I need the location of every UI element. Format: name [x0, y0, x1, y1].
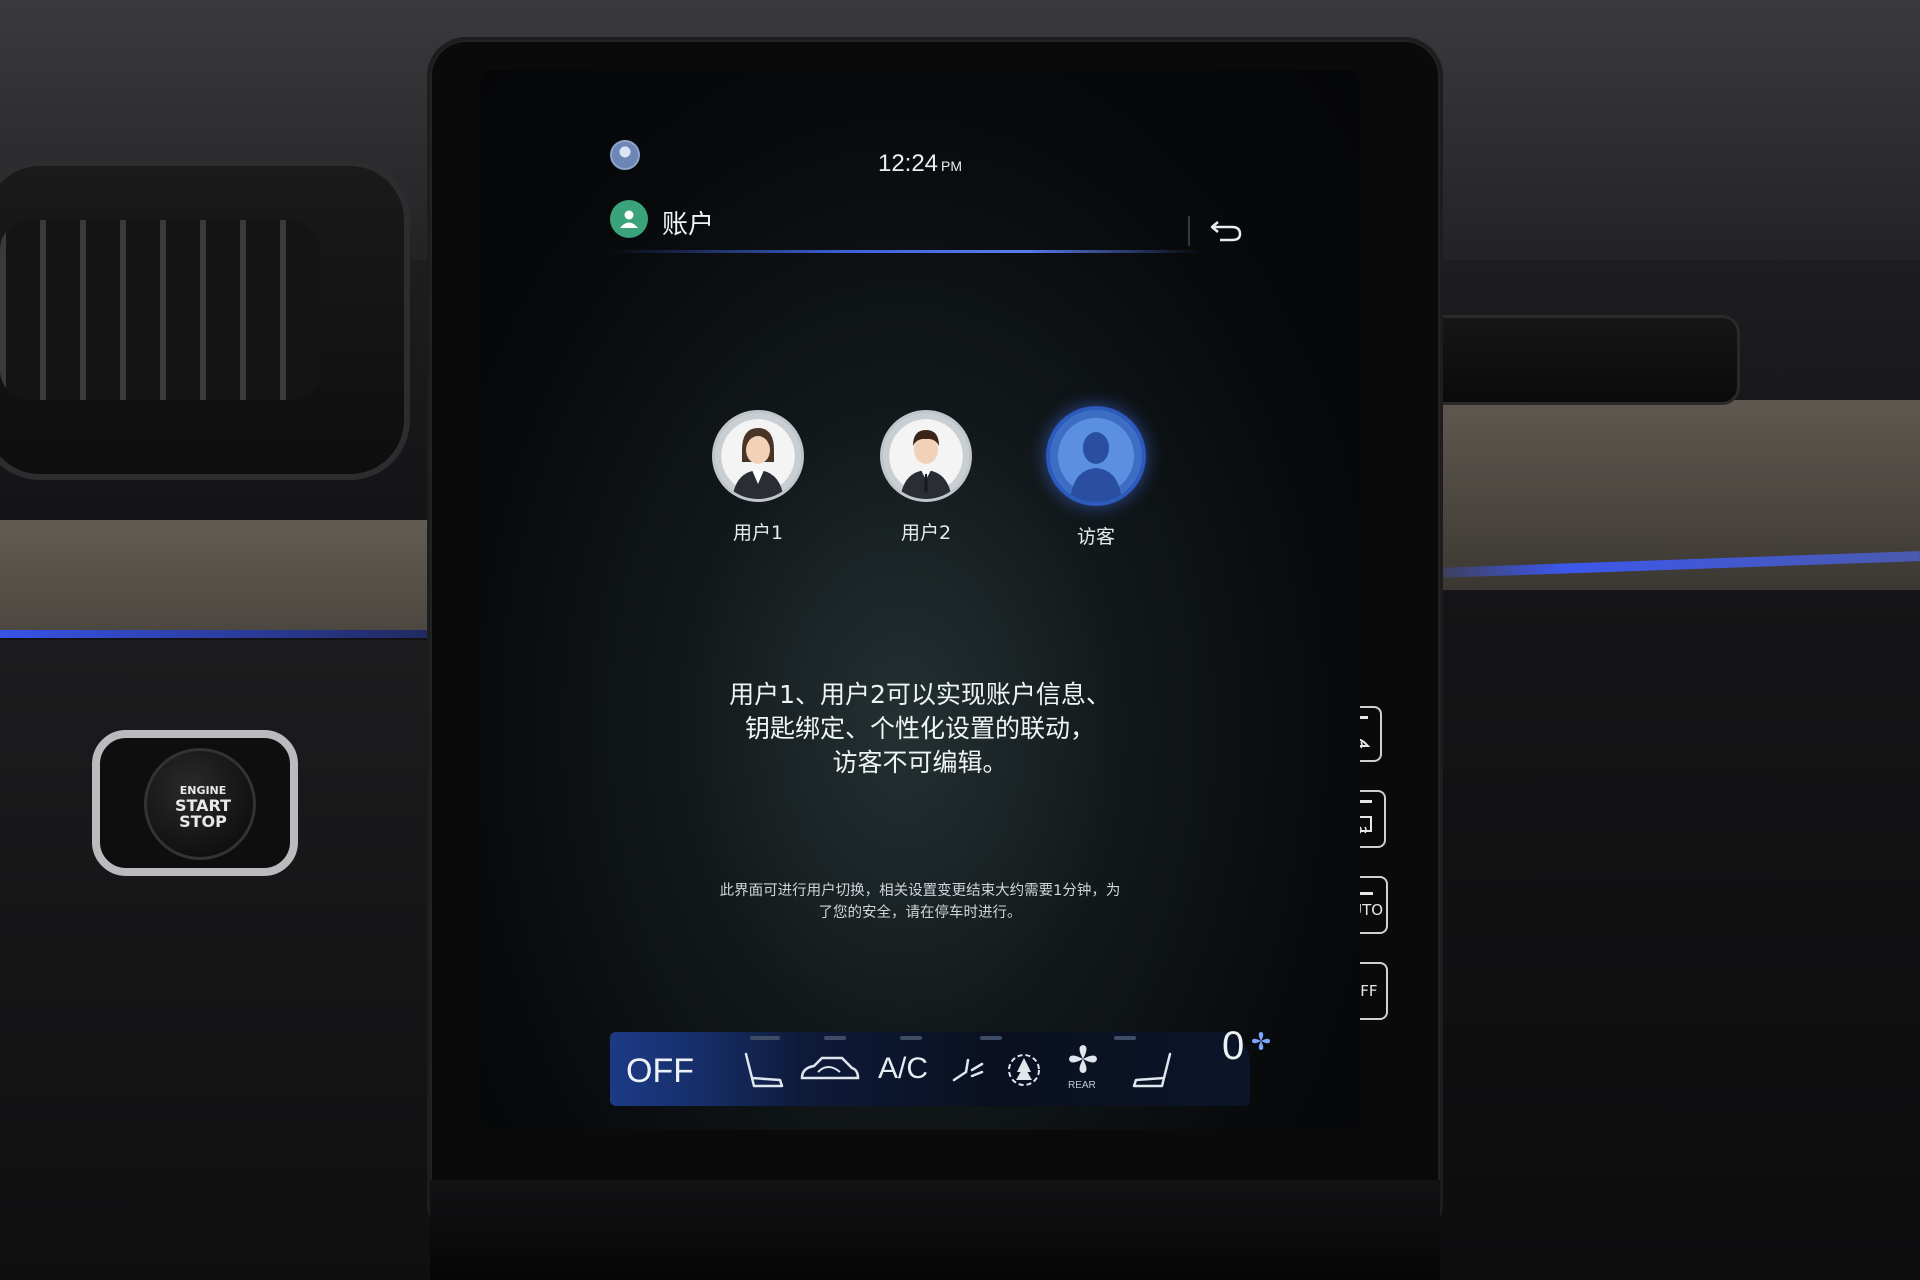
description-line-2: 钥匙绑定、个性化设置的联动，	[744, 714, 1095, 743]
climate-control-bar: OFF A/C REAR 0	[610, 1024, 1271, 1106]
rear-label: REAR	[1068, 1080, 1096, 1091]
notice-line-2: 了您的安全，请在停车时进行。	[818, 905, 1022, 921]
female-user-avatar-icon	[712, 410, 804, 502]
seat-heat-passenger-icon[interactable]	[1130, 1050, 1176, 1090]
status-clock: 12:24 PM	[480, 150, 1360, 178]
car-dashboard-scene: ENGINE START STOP + −	[0, 0, 1920, 1280]
start-knob[interactable]: ENGINE START STOP	[144, 748, 256, 860]
header-divider	[610, 250, 1200, 253]
start-button-text: ENGINE START STOP	[147, 785, 259, 830]
description-line-1: 用户1、用户2可以实现账户信息、	[729, 680, 1111, 709]
level-dots	[1114, 1036, 1136, 1040]
clock-time: 12:24	[877, 150, 939, 177]
fan-speed-value: 0	[1222, 1024, 1245, 1068]
right-lower-panel	[1440, 590, 1920, 1280]
left-ambient-light	[0, 630, 440, 638]
start-line1: ENGINE	[179, 784, 227, 797]
left-vent-slats	[0, 220, 320, 400]
recirculation-icon[interactable]	[798, 1050, 860, 1090]
account-description: 用户1、用户2可以实现账户信息、 钥匙绑定、个性化设置的联动， 访客不可编辑。	[480, 678, 1360, 780]
level-dots	[900, 1036, 922, 1040]
male-user-avatar-icon	[880, 410, 972, 502]
notice-line-1: 此界面可进行用户切换，相关设置变更结束大约需要1分钟，为	[719, 883, 1121, 899]
account-icon	[610, 200, 648, 238]
start-line3: STOP	[179, 812, 227, 831]
level-dots	[980, 1036, 1002, 1040]
seat-heat-driver-icon[interactable]	[740, 1050, 786, 1090]
level-dots	[750, 1036, 780, 1040]
level-dots	[824, 1036, 846, 1040]
user-2-label: 用户2	[900, 522, 952, 544]
back-button[interactable]	[1204, 212, 1248, 248]
guest-avatar-icon	[1046, 406, 1146, 506]
left-wood-trim	[0, 520, 440, 630]
ac-button[interactable]: A/C	[878, 1052, 928, 1086]
description-line-3: 访客不可编辑。	[832, 748, 1008, 777]
clock-ampm: PM	[941, 158, 963, 174]
user-2-option[interactable]: 用户2	[866, 410, 986, 545]
console-lower	[430, 1180, 1440, 1280]
user-1-option[interactable]: 用户1	[698, 410, 818, 545]
engine-start-stop-button[interactable]: ENGINE START STOP	[92, 730, 298, 876]
guest-label: 访客	[1076, 526, 1115, 548]
climate-off-toggle[interactable]: OFF	[626, 1052, 694, 1091]
page-title: 账户	[662, 210, 715, 240]
air-direction-icon[interactable]	[946, 1050, 986, 1090]
rear-fan-icon[interactable]	[1066, 1042, 1100, 1076]
right-air-vent	[1420, 315, 1740, 405]
switch-notice: 此界面可进行用户切换，相关设置变更结束大约需要1分钟，为 了您的安全，请在停车时…	[660, 880, 1180, 924]
back-arrow-icon	[1210, 221, 1242, 242]
page-header: 账户	[610, 196, 1240, 256]
outside-air-icon[interactable]	[1004, 1050, 1044, 1090]
guest-option[interactable]: 访客	[1036, 406, 1156, 549]
user-1-label: 用户1	[732, 522, 784, 544]
infotainment-screen: 12:24 PM 账户 用户1 用户2 访客 用户1、用户2可以实现账户信息、 …	[480, 70, 1360, 1130]
header-separator	[1188, 216, 1190, 246]
fan-icon[interactable]	[1250, 1030, 1272, 1052]
